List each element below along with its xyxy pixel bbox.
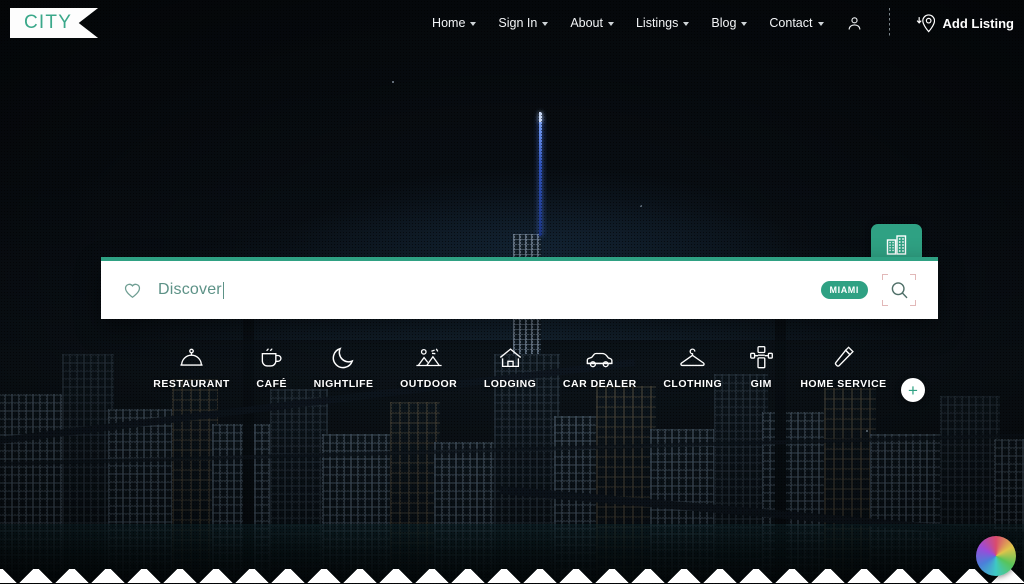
search-icon — [891, 281, 908, 298]
chevron-down-icon — [683, 22, 690, 26]
site-header: CITY Home Sign In About Listings Blog Co… — [0, 0, 1024, 46]
heart-icon — [124, 283, 141, 298]
search-bar[interactable]: Discover MIAMI — [101, 257, 938, 319]
house-icon — [498, 344, 523, 370]
add-category-button[interactable]: + — [901, 378, 925, 402]
nav-item-blog[interactable]: Blog — [711, 16, 748, 30]
one-wtc-antenna-tip — [539, 112, 542, 122]
nav-label-contact: Contact — [769, 16, 813, 30]
mountain-tree-icon — [415, 344, 443, 370]
chevron-down-icon — [741, 22, 748, 26]
category-item-restaurant[interactable]: RESTAURANT — [140, 344, 243, 390]
nav-item-listings[interactable]: Listings — [635, 16, 690, 30]
category-label-lodging: LODGING — [483, 378, 537, 390]
category-item-outdoor[interactable]: OUTDOOR — [387, 344, 471, 390]
nav-item-contact[interactable]: Contact — [769, 16, 824, 30]
chevron-down-icon — [607, 22, 614, 26]
hanger-icon — [679, 344, 706, 370]
focus-corner-tl — [882, 274, 888, 280]
category-item-car-dealer[interactable]: CAR DEALER — [550, 344, 650, 390]
logo-text: CITY — [24, 12, 73, 33]
nav-label-listings: Listings — [635, 16, 679, 30]
zigzag-section-divider — [0, 569, 1024, 584]
main-navigation: Home Sign In About Listings Blog Contact — [432, 8, 1024, 38]
category-item-nightlife[interactable]: NIGHTLIFE — [300, 344, 387, 390]
category-label-cafe: CAFÉ — [256, 378, 288, 390]
nav-item-about[interactable]: About — [570, 16, 614, 30]
map-pin-add-icon — [916, 13, 935, 32]
color-wheel-icon[interactable] — [976, 536, 1016, 576]
user-account-button[interactable] — [846, 15, 863, 32]
nav-label-about: About — [570, 16, 603, 30]
category-item-lodging[interactable]: LODGING — [471, 344, 550, 390]
user-icon — [848, 16, 860, 30]
chevron-down-icon — [817, 22, 824, 26]
category-item-cafe[interactable]: CAFÉ — [243, 344, 300, 390]
header-divider — [888, 8, 890, 38]
category-label-car-dealer: CAR DEALER — [562, 378, 637, 390]
category-item-gim[interactable]: GIM — [735, 344, 787, 390]
favorite-heart-button[interactable] — [123, 281, 142, 300]
category-label-gim: GIM — [750, 378, 772, 390]
search-submit-button[interactable] — [882, 273, 916, 307]
nav-label-blog: Blog — [711, 16, 737, 30]
food-cloche-icon — [178, 344, 205, 370]
car-icon — [585, 344, 614, 370]
category-item-clothing[interactable]: CLOTHING — [650, 344, 735, 390]
nav-item-home[interactable]: Home — [432, 16, 477, 30]
category-label-restaurant: RESTAURANT — [153, 378, 230, 390]
moon-icon — [332, 344, 356, 370]
add-listing-button[interactable]: Add Listing — [916, 13, 1015, 34]
category-label-outdoor: OUTDOOR — [400, 378, 458, 390]
category-label-clothing: CLOTHING — [663, 378, 723, 390]
text-cursor — [222, 281, 224, 299]
nav-label-sign-in: Sign In — [498, 16, 538, 30]
city-badge[interactable]: MIAMI — [820, 281, 868, 299]
search-input-value: Discover — [158, 281, 222, 298]
focus-corner-br — [910, 300, 916, 306]
city-buildings-icon — [886, 235, 906, 255]
nav-item-sign-in[interactable]: Sign In — [498, 16, 549, 30]
add-listing-label: Add Listing — [942, 15, 1015, 31]
saw-tool-icon — [832, 344, 856, 370]
one-wtc-spire — [539, 118, 542, 236]
coffee-cup-icon — [259, 344, 284, 370]
category-label-home-service: HOME SERVICE — [800, 378, 887, 390]
category-label-nightlife: NIGHTLIFE — [313, 378, 374, 390]
chevron-down-icon — [542, 22, 549, 26]
focus-corner-tr — [910, 274, 916, 280]
plus-icon: + — [908, 380, 918, 400]
search-input-area[interactable]: Discover — [158, 281, 224, 299]
category-item-home-service[interactable]: HOME SERVICE — [787, 344, 900, 390]
nav-label-home: Home — [432, 16, 466, 30]
chevron-down-icon — [470, 22, 477, 26]
page-root: CITY Home Sign In About Listings Blog Co… — [0, 0, 1024, 584]
site-logo[interactable]: CITY — [10, 8, 99, 38]
search-bar-actions: MIAMI — [820, 273, 916, 307]
focus-corner-bl — [882, 300, 888, 306]
dumbbell-icon — [749, 344, 774, 370]
category-filter-bar: RESTAURANT CAFÉ NIGHTLIFE OUTDOOR LODGIN… — [140, 344, 900, 390]
